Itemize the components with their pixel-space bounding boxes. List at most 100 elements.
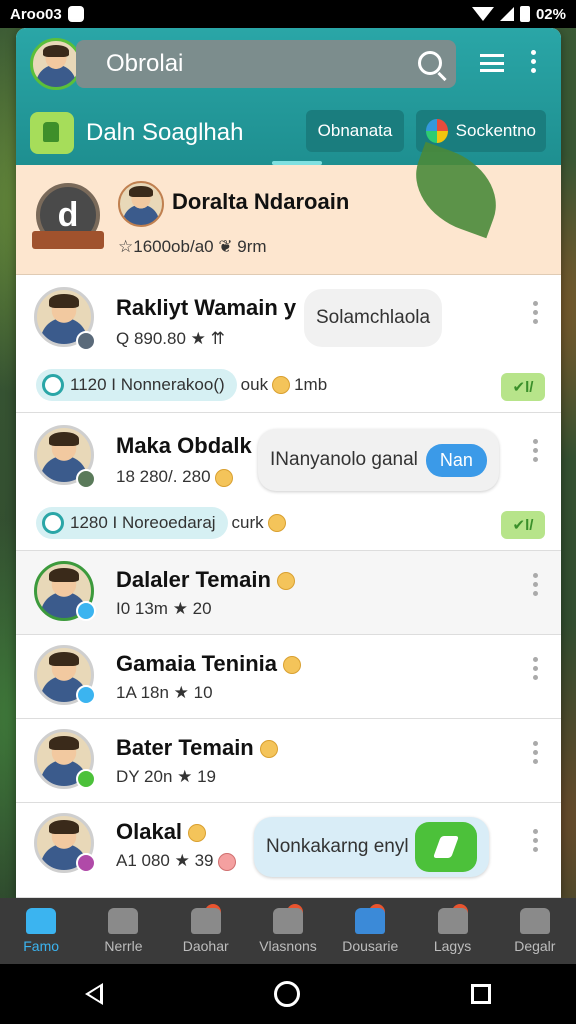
message-text: Nonkakarng enyl <box>266 836 409 857</box>
message-bubble[interactable]: Solamchlaola <box>304 289 443 347</box>
back-icon[interactable] <box>85 983 104 1005</box>
message-bubble[interactable]: INanyanolo ganal Nan <box>258 429 499 491</box>
stat-text: 1280 I Noreoedaraj <box>70 513 216 532</box>
stat-icon <box>42 374 64 396</box>
smile-emoji-icon <box>272 376 291 394</box>
chat-name: Gamaia Teninia <box>116 651 302 677</box>
stat-pill[interactable]: 1120 I Nonnerakoo() <box>36 369 237 401</box>
chat-meta: I0 13m ★ 20 <box>116 599 212 618</box>
status-icon <box>76 469 96 489</box>
nav-item-nerrle[interactable]: Nerrle <box>82 898 164 964</box>
recents-icon[interactable] <box>470 984 491 1004</box>
menu-icon[interactable] <box>480 54 504 72</box>
sub-text: ouk <box>240 375 269 394</box>
status-icon <box>76 331 96 351</box>
chat-name: Dalaler Temain <box>116 567 296 593</box>
profile-avatar[interactable] <box>30 38 82 90</box>
nav-item-daohar[interactable]: Daohar <box>165 898 247 964</box>
chat-meta-text: A1 080 ★ 39 <box>116 851 214 870</box>
chat-name: Olakal <box>116 819 207 845</box>
chat-row[interactable]: Dalaler Temain I0 13m ★ 20 <box>16 551 561 635</box>
nav-item-lagys[interactable]: Lagys <box>411 898 493 964</box>
chat-name-text: Gamaia Teninia <box>116 651 277 676</box>
featured-meta: ☆1600ob/a0 ❦ 9rm <box>118 237 267 256</box>
face-emoji-icon <box>215 468 234 487</box>
stat-pill[interactable]: 1280 I Noreoedaraj <box>36 507 228 539</box>
chat-meta-text: Q 890.80 ★ ⇈ <box>116 329 225 348</box>
face-emoji-icon <box>188 824 207 843</box>
people-icon <box>437 908 468 934</box>
battery-text: 02% <box>535 5 566 23</box>
group-header[interactable]: Daln Soaglhah <box>30 112 243 154</box>
more-vert-icon[interactable] <box>533 573 539 600</box>
more-vert-icon[interactable] <box>533 301 539 328</box>
signal-icon <box>499 7 514 21</box>
message-bubble[interactable]: Nonkakarng enyl <box>254 817 489 877</box>
chat-meta: 18 280/. 280 <box>116 467 234 487</box>
status-icon <box>76 685 96 705</box>
face-emoji-icon <box>218 852 237 871</box>
tab-chip-1[interactable]: Obnanata <box>306 110 404 152</box>
message-text: INanyanolo ganal <box>270 449 418 470</box>
sub-extra: 1mb <box>294 375 328 394</box>
confirm-button[interactable]: ✔l/ <box>501 511 545 539</box>
chat-row[interactable]: Maka Obdalk 18 280/. 280 INanyanolo gana… <box>16 413 561 551</box>
nav-item-vlasnons[interactable]: Vlasnons <box>247 898 329 964</box>
sub-line: 1120 I Nonnerakoo() ouk 1mb <box>36 369 327 401</box>
chat-meta: A1 080 ★ 39 <box>116 851 237 871</box>
flag-icon <box>190 908 221 934</box>
message-text: Solamchlaola <box>316 307 431 328</box>
nav-item-degalr[interactable]: Degalr <box>494 898 576 964</box>
face-emoji-icon <box>259 740 278 759</box>
confirm-button[interactable]: ✔l/ <box>501 373 545 401</box>
nav-label: Lagys <box>433 938 472 954</box>
avatar[interactable] <box>118 181 164 227</box>
chat-row[interactable]: Olakal A1 080 ★ 39 Nonkakarng enyl <box>16 803 561 898</box>
wifi-icon <box>471 7 494 21</box>
face-emoji-icon <box>277 572 296 591</box>
chat-meta: DY 20n ★ 19 <box>116 767 216 786</box>
notification-icon <box>67 6 84 22</box>
chat-meta-text: 18 280/. 280 <box>116 467 211 486</box>
nav-label: Nerrle <box>104 938 143 954</box>
nav-item-famo[interactable]: Famo <box>0 898 82 964</box>
colorful-icon <box>426 119 448 143</box>
home-icon[interactable] <box>273 981 300 1007</box>
search-input[interactable]: Obrolai <box>76 40 456 88</box>
chat-row[interactable]: Rakliyt Wamain y Q 890.80 ★ ⇈ Solamchlao… <box>16 275 561 413</box>
battery-icon <box>519 6 530 22</box>
chat-name: Bater Temain <box>116 735 278 761</box>
send-button[interactable] <box>414 822 477 872</box>
confirm-label: ✔l/ <box>512 517 534 534</box>
more-vert-icon[interactable] <box>531 50 537 76</box>
more-vert-icon[interactable] <box>533 741 539 768</box>
system-nav-bar <box>0 964 576 1024</box>
person-icon <box>519 908 550 934</box>
stat-text: 1120 I Nonnerakoo() <box>70 375 225 394</box>
stat-icon <box>42 512 64 534</box>
home-nav-icon <box>26 908 57 934</box>
search-placeholder: Obrolai <box>106 50 184 77</box>
reply-button[interactable]: Nan <box>425 443 487 477</box>
chat-name: Rakliyt Wamain y <box>116 295 297 320</box>
search-icon[interactable] <box>418 51 442 75</box>
chat-name: Maka Obdalk <box>116 433 252 458</box>
chat-panel: Obrolai Daln Soaglhah Obnanata Sockentno… <box>16 28 561 898</box>
more-vert-icon[interactable] <box>533 657 539 684</box>
chat-name-text: Bater Temain <box>116 735 254 760</box>
tab-chip-label: Obnanata <box>317 121 393 140</box>
chat-row[interactable]: Gamaia Teninia 1A 18n ★ 10 <box>16 635 561 719</box>
smile-emoji-icon <box>267 514 286 532</box>
more-vert-icon[interactable] <box>533 829 539 856</box>
status-bar: Aroo03 02% <box>0 0 576 28</box>
tab-chip-label: Sockentno <box>455 121 536 140</box>
chat-row[interactable]: Bater Temain DY 20n ★ 19 <box>16 719 561 803</box>
more-vert-icon[interactable] <box>533 439 539 466</box>
featured-chat[interactable]: d Doralta Ndaroain ☆1600ob/a0 ❦ 9rm <box>16 141 561 275</box>
nav-label: Vlasnons <box>259 938 317 954</box>
nav-item-dousarie[interactable]: Dousarie <box>329 898 411 964</box>
chat-name-text: Olakal <box>116 819 183 844</box>
nav-label: Famo <box>23 938 60 954</box>
sub-text: curk <box>231 513 264 532</box>
confirm-label: ✔l/ <box>512 379 534 396</box>
